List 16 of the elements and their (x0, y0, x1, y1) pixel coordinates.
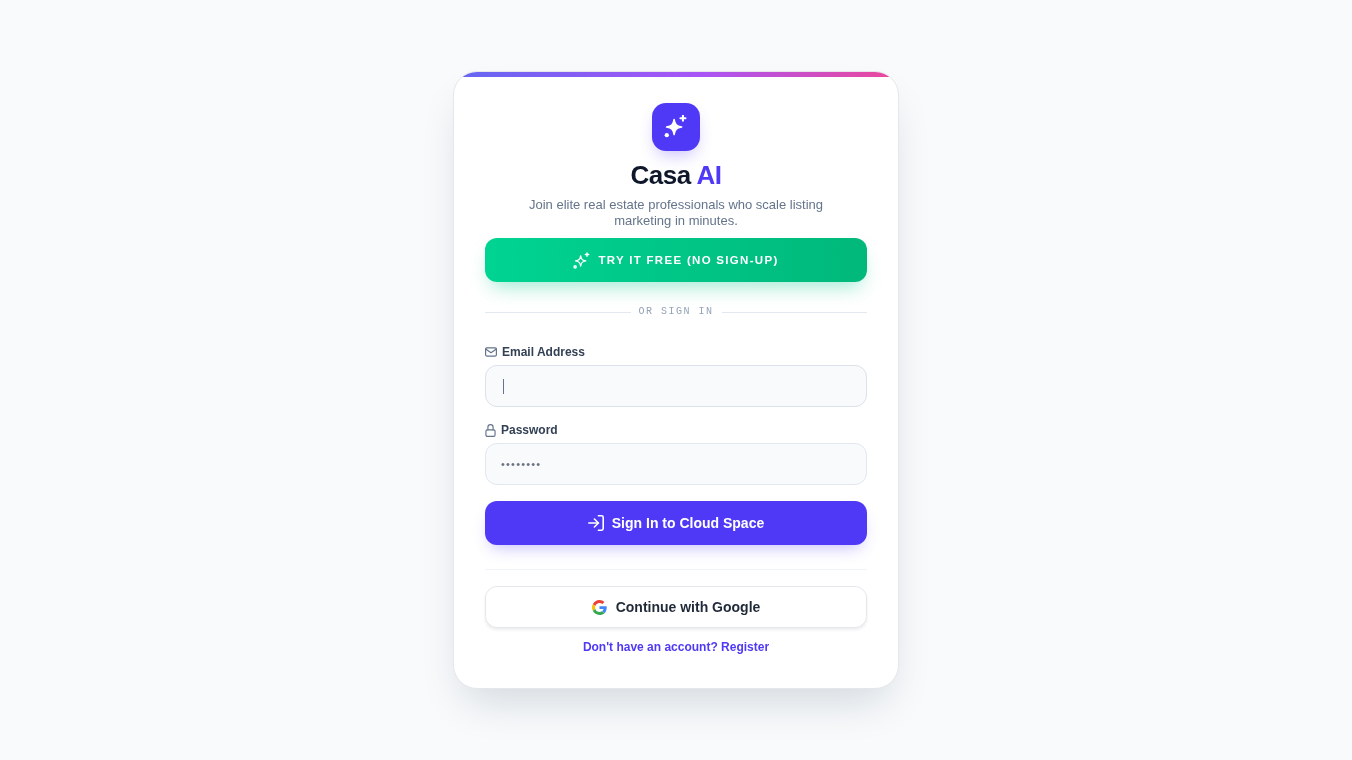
divider-label: OR SIGN IN (638, 305, 714, 319)
envelope-icon (485, 347, 497, 357)
sparkles-icon (573, 251, 591, 269)
tagline-text: Join elite real estate professionals who scale listing marketing in minutes. (527, 197, 825, 229)
password-field[interactable]: •••••••• (485, 443, 867, 485)
register-link[interactable]: Don't have an account? Register (582, 639, 770, 655)
sparkle-logo-icon (652, 103, 700, 151)
google-sign-in-button[interactable]: Continue with Google (485, 586, 867, 628)
email-field[interactable] (485, 365, 867, 407)
field-label: Password (501, 423, 558, 437)
lock-icon (485, 423, 496, 437)
app-title: Casa AI (630, 159, 722, 191)
sign-in-arrow-icon (587, 515, 604, 531)
field-label: Email Address (502, 345, 585, 359)
google-logo-icon (591, 599, 607, 615)
sign-in-button[interactable]: Sign In to Cloud Space (485, 501, 867, 545)
